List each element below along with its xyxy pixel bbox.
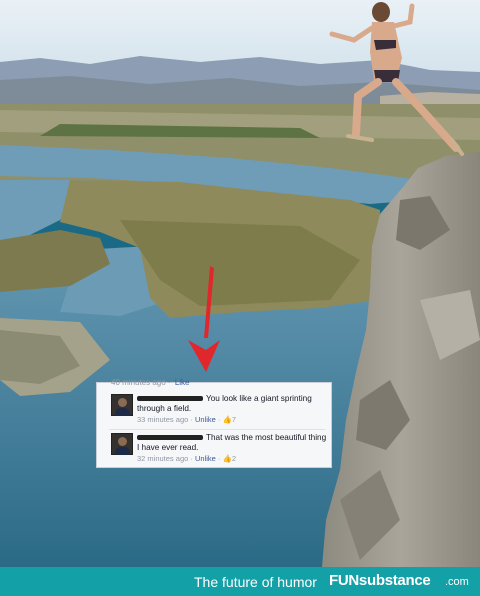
- comment-meta: 32 minutes ago · Unlike · 👍2: [137, 454, 236, 463]
- cliff-jump-photo: [0, 0, 480, 567]
- comment-meta: 33 minutes ago · Unlike · 👍7: [137, 415, 236, 424]
- like-count[interactable]: 2: [232, 454, 236, 463]
- comment-divider: [109, 429, 325, 430]
- unlike-link[interactable]: Unlike: [195, 415, 216, 424]
- comments-box: 40 minutes ago · Like You look like a gi…: [96, 378, 332, 468]
- brand-name[interactable]: FUNsubstance: [329, 572, 431, 589]
- partial-comment-meta: 40 minutes ago · Like: [111, 378, 190, 387]
- like-count[interactable]: 7: [232, 415, 236, 424]
- avatar[interactable]: [111, 394, 133, 416]
- brand-domain[interactable]: .com: [445, 576, 469, 588]
- comment-body: You look like a giant sprinting through …: [137, 394, 327, 425]
- redacted-name: [137, 396, 203, 402]
- avatar[interactable]: [111, 433, 133, 455]
- partial-like-link[interactable]: Like: [175, 378, 190, 387]
- thumbs-up-icon: 👍: [222, 415, 232, 424]
- comment-time: 32 minutes ago: [137, 454, 189, 463]
- comment-time: 33 minutes ago: [137, 415, 189, 424]
- unlike-link[interactable]: Unlike: [195, 454, 216, 463]
- footer-tagline: The future of humor: [194, 574, 317, 590]
- partial-comment-time: 40 minutes ago: [111, 378, 166, 387]
- site-footer: The future of humor FUNsubstance .com: [0, 567, 480, 596]
- redacted-name: [137, 435, 203, 441]
- comment-body: That was the most beautiful thing I have…: [137, 433, 327, 464]
- thumbs-up-icon: 👍: [222, 454, 232, 463]
